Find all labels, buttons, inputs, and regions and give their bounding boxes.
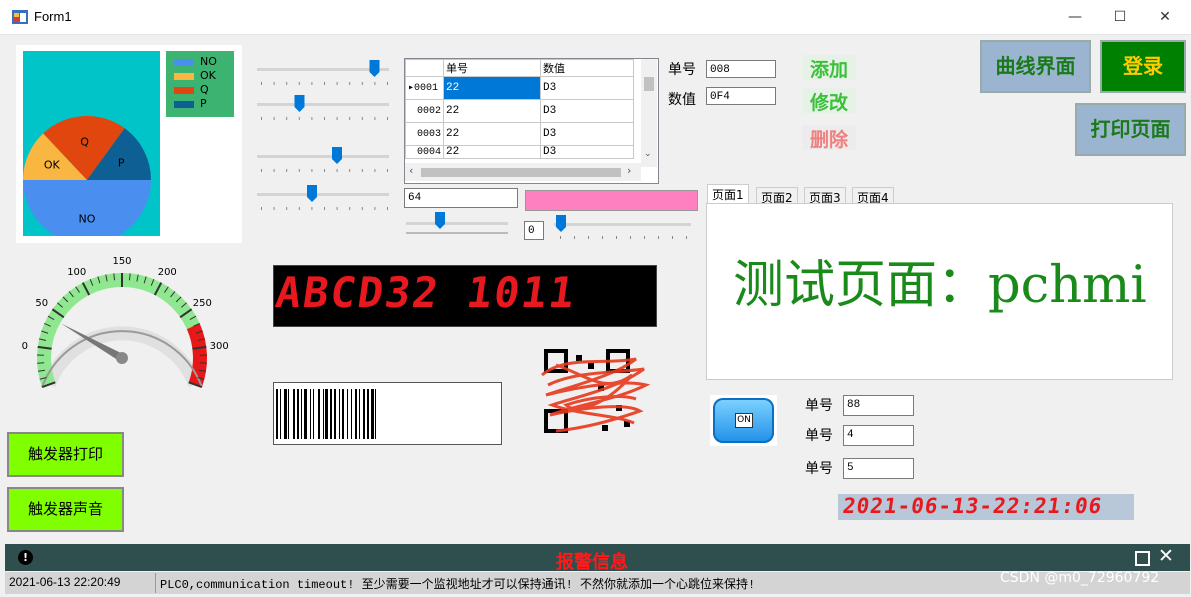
slider-value-input[interactable]: 64 [404, 188, 518, 208]
add-button[interactable]: 添加 [802, 55, 856, 81]
tab-page4[interactable]: 页面4 [852, 187, 894, 205]
table-row[interactable]: ▸0001 22 D3 [405, 76, 634, 100]
gauge-tick-label: 100 [67, 267, 86, 278]
field-label-1: 单号 [805, 398, 833, 414]
delete-button[interactable]: 删除 [802, 125, 856, 151]
tab-page3[interactable]: 页面3 [804, 187, 846, 205]
order-label: 单号 [668, 62, 696, 78]
gauge-tick-label: 300 [210, 341, 229, 352]
trigger-sound-button[interactable]: 触发器声音 [7, 487, 124, 532]
gauge-tick-label: 50 [35, 298, 48, 309]
gauge-tick-label: 250 [193, 298, 212, 309]
gauge-tick-label: 200 [158, 267, 177, 278]
table-row[interactable]: 0004 22 D3 [405, 145, 634, 159]
field-label-2: 单号 [805, 428, 833, 444]
pie-label-no: NO [79, 212, 96, 225]
slider-thumb[interactable] [332, 147, 342, 164]
color-bar [525, 190, 698, 211]
table-row[interactable]: 0002 22 D3 [405, 99, 634, 123]
watermark: CSDN @m0_72960792 [1000, 570, 1160, 586]
field-label-3: 单号 [805, 461, 833, 477]
slider-thumb[interactable] [307, 185, 317, 202]
pie-slice-no [23, 180, 151, 236]
table-row[interactable]: 0003 22 D3 [405, 122, 634, 146]
restore-icon[interactable] [1135, 551, 1150, 566]
toggle-switch[interactable]: ON [713, 398, 774, 443]
title-bar [0, 0, 1191, 35]
grid-hscrollbar[interactable]: ‹ › [405, 163, 641, 181]
tab-page2[interactable]: 页面2 [756, 187, 798, 205]
field-input-2[interactable]: 4 [843, 425, 914, 446]
pie-label-ok: OK [44, 159, 61, 172]
tab-content-text: 测试页面：pchmi [733, 256, 1147, 315]
close-alarm-icon[interactable]: ✕ [1158, 545, 1174, 567]
order-input[interactable]: 008 [706, 60, 776, 78]
field-input-3[interactable]: 5 [843, 458, 914, 479]
chevron-down-icon[interactable]: ⌄ [644, 149, 652, 159]
pie-chart: NO OK Q P [23, 116, 151, 236]
pie-legend: NO OK Q P [166, 51, 234, 117]
edit-button[interactable]: 修改 [802, 88, 856, 114]
print-page-button[interactable]: 打印页面 [1075, 103, 1186, 156]
legend-item-ok: OK [174, 69, 216, 82]
value-input[interactable]: 0F4 [706, 87, 776, 105]
barcode-image [276, 389, 376, 439]
datetime-text: 2021-06-13-22:21:06 [841, 494, 1104, 518]
pie-label-p: P [118, 157, 125, 170]
value-label: 数值 [668, 92, 696, 108]
data-grid[interactable]: 单号 数值 ▸0001 22 D3 0002 22 D3 0003 22 D3 … [404, 58, 659, 184]
curve-page-button[interactable]: 曲线界面 [980, 40, 1091, 93]
chevron-right-icon[interactable]: › [627, 164, 631, 177]
slider-thumb[interactable] [369, 60, 380, 77]
status-time: 2021-06-13 22:20:49 [9, 575, 121, 589]
small-trackbar[interactable] [550, 212, 695, 240]
chevron-left-icon[interactable]: ‹ [409, 164, 413, 177]
warning-icon: ! [18, 550, 33, 565]
trigger-print-button[interactable]: 触发器打印 [7, 432, 124, 477]
grid-vscrollbar[interactable]: ⌄ [641, 59, 657, 167]
toggle-label: ON [735, 413, 753, 428]
alarm-title: 报警信息 [556, 552, 628, 573]
tab-page1[interactable]: 页面1 [707, 184, 749, 204]
window-title: Form1 [34, 9, 72, 24]
pie-label-q: Q [80, 136, 89, 149]
gauge-tick-label: 0 [22, 341, 28, 352]
status-message: PLC0,communication timeout! 至少需要一个监视地址才可… [160, 578, 756, 592]
small-slider[interactable] [402, 208, 512, 238]
login-button[interactable]: 登录 [1100, 40, 1186, 93]
field-input-1[interactable]: 88 [843, 395, 914, 416]
legend-item-p: P [174, 97, 207, 110]
qr-code-image [541, 349, 651, 433]
gauge-tick-label: 150 [112, 256, 131, 267]
maximize-button[interactable]: ☐ [1097, 0, 1143, 34]
led-text: ABCD32 1011 [272, 268, 580, 317]
gauge: -50050100150200250300350 [22, 256, 229, 388]
minimize-button[interactable]: — [1052, 0, 1098, 34]
legend-item-no: NO [174, 55, 217, 68]
slider-thumb[interactable] [294, 95, 305, 112]
grid-header-value[interactable]: 数值 [540, 59, 634, 77]
legend-item-q: Q [174, 83, 209, 96]
app-icon [12, 10, 28, 24]
grid-header-order[interactable]: 单号 [443, 59, 541, 77]
small-value-input[interactable]: 0 [524, 221, 544, 240]
slider-group[interactable] [255, 55, 395, 215]
close-button[interactable]: ✕ [1142, 0, 1188, 34]
status-divider [155, 573, 156, 593]
